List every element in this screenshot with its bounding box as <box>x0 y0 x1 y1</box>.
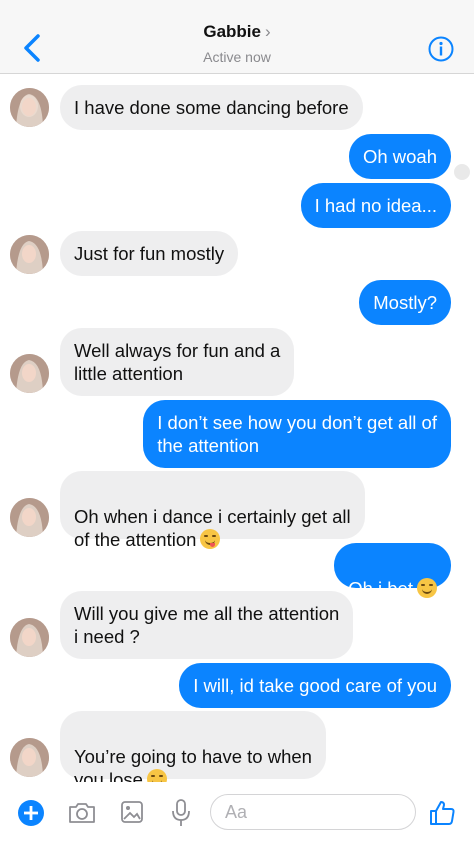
message-bubble-outgoing[interactable]: Oh i bet <box>334 543 451 599</box>
avatar[interactable] <box>10 498 49 537</box>
message-bubble-incoming[interactable]: I have done some dancing before <box>60 85 363 130</box>
image-icon[interactable] <box>120 800 144 824</box>
avatar[interactable] <box>10 235 49 274</box>
message-composer: Aa <box>0 782 474 842</box>
message-bubble-incoming[interactable]: Will you give me all the attention i nee… <box>60 591 354 659</box>
grinning-sweat-icon <box>417 578 437 598</box>
contact-name-link[interactable]: Gabbie › <box>0 22 474 42</box>
message-bubble-incoming[interactable]: You’re going to have to when you lose <box>60 711 326 790</box>
plus-icon[interactable] <box>17 799 45 827</box>
message-bubble-outgoing[interactable]: I will, id take good care of you <box>179 663 451 708</box>
seen-avatar-icon <box>454 164 470 180</box>
message-bubble-outgoing[interactable]: Mostly? <box>359 280 451 325</box>
avatar[interactable] <box>10 88 49 127</box>
message-bubble-incoming[interactable]: Just for fun mostly <box>60 231 239 276</box>
chevron-right-icon: › <box>264 22 271 41</box>
message-text: Oh i bet <box>348 578 413 599</box>
avatar[interactable] <box>10 618 49 657</box>
message-thread: I have done some dancing before Oh woah … <box>0 74 474 790</box>
contact-name[interactable]: Gabbie <box>203 22 261 41</box>
message-bubble-outgoing[interactable]: I don’t see how you don’t get all of the… <box>143 400 451 468</box>
conversation-header: Gabbie › Active now <box>0 0 474 74</box>
info-circle-icon[interactable] <box>428 36 454 62</box>
thumbs-up-icon[interactable] <box>428 799 456 827</box>
camera-icon[interactable] <box>67 801 97 825</box>
message-bubble-outgoing[interactable]: Oh woah <box>348 134 451 179</box>
message-bubble-incoming[interactable]: Well always for fun and a little attenti… <box>60 328 295 396</box>
active-status: Active now <box>203 49 271 65</box>
message-bubble-outgoing[interactable]: I had no idea... <box>300 183 451 228</box>
message-input[interactable]: Aa <box>210 794 416 830</box>
message-bubble-incoming[interactable]: Oh when i dance i certainly get all of t… <box>60 471 365 550</box>
avatar[interactable] <box>10 354 49 393</box>
microphone-icon[interactable] <box>170 798 192 828</box>
face-savoring-food-icon <box>200 529 221 549</box>
avatar[interactable] <box>10 738 49 777</box>
